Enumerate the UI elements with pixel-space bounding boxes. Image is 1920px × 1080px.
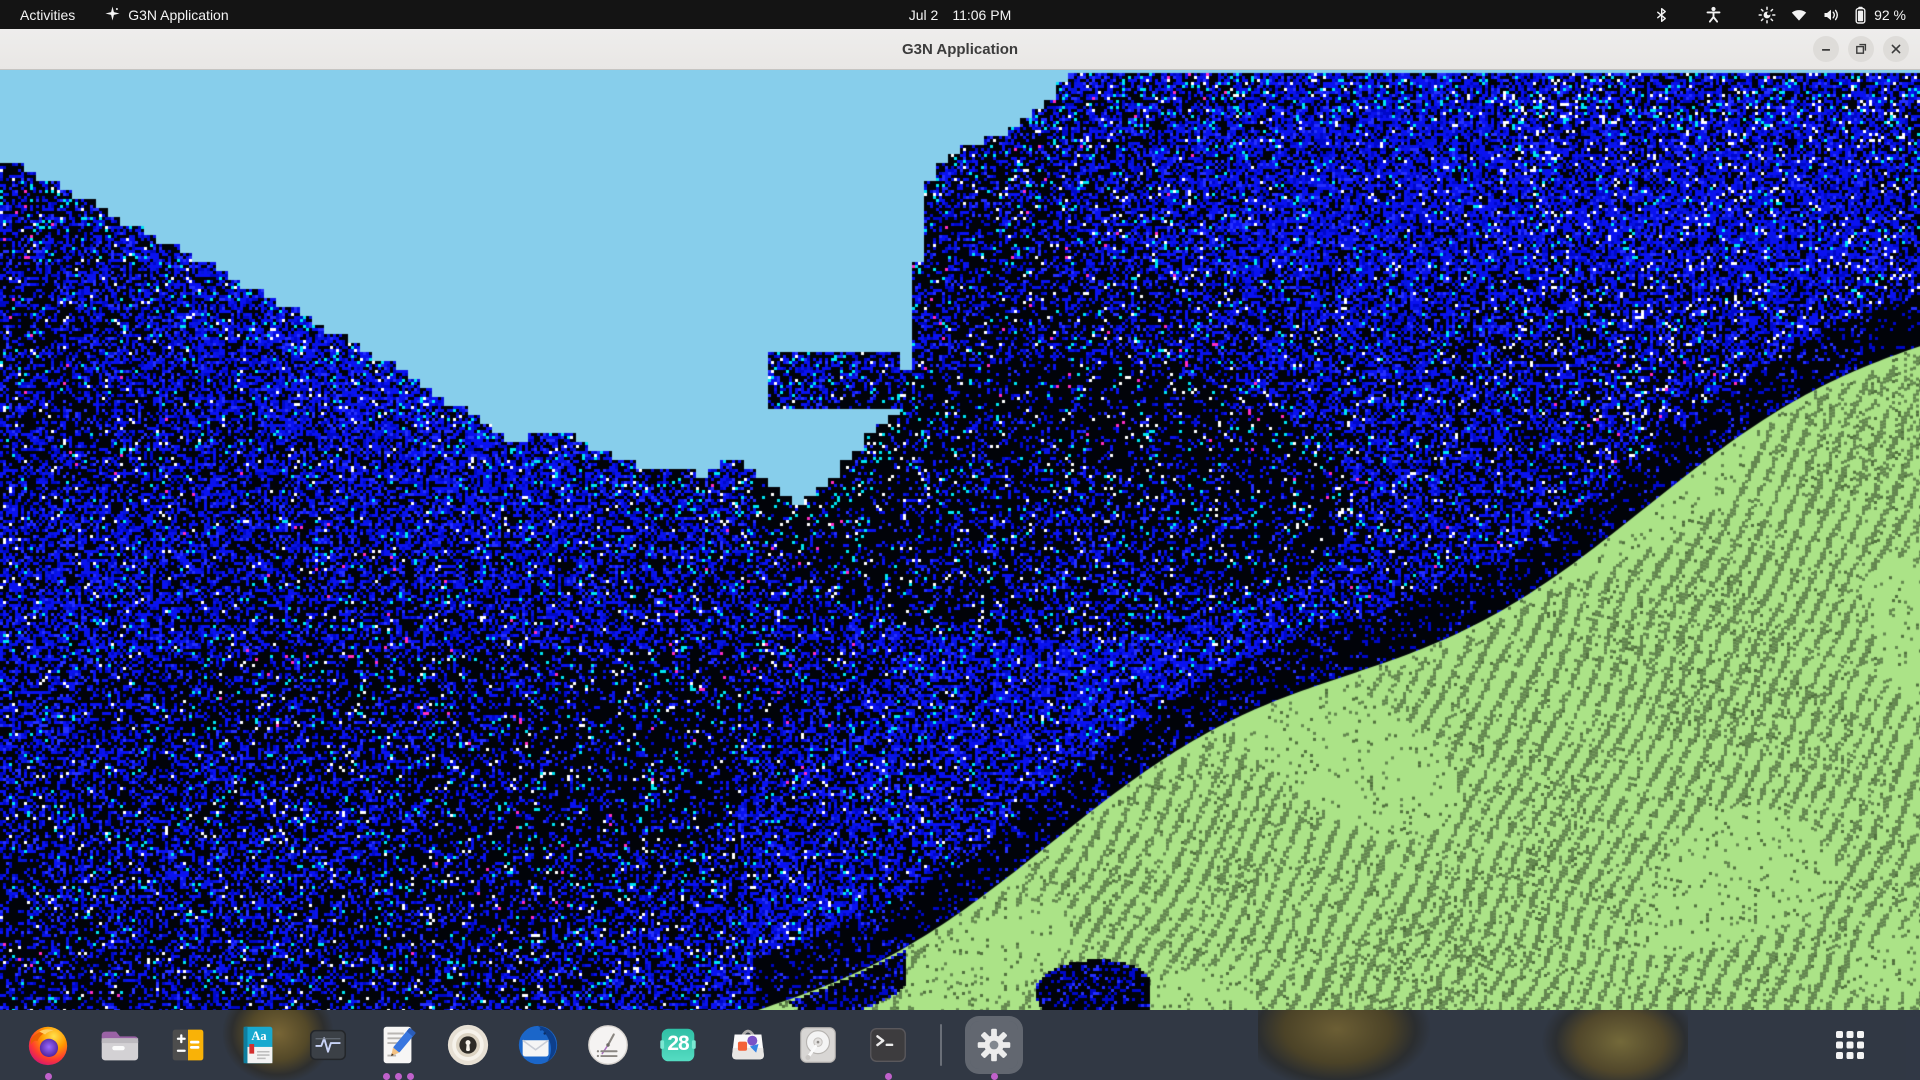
window-titlebar[interactable]: G3N Application [0, 29, 1920, 70]
g3n-app-icon [105, 6, 120, 24]
window-title: G3N Application [0, 41, 1920, 58]
dock-thunderbird[interactable] [514, 1021, 562, 1069]
clock-date: Jul 2 [909, 7, 939, 23]
dock-disk-usage[interactable] [794, 1021, 842, 1069]
dock-firefox[interactable] [24, 1021, 72, 1069]
activities-button[interactable]: Activities [0, 0, 93, 29]
bluetooth-icon [1654, 7, 1669, 23]
3d-terrain-viewport[interactable] [0, 70, 1920, 1010]
top-bar: Activities G3N Application Jul 2 11:06 P… [0, 0, 1920, 29]
clock-menu[interactable]: Jul 2 11:06 PM [909, 7, 1011, 23]
battery-icon [1854, 6, 1867, 24]
dock-text-editor[interactable] [374, 1021, 422, 1069]
dock-settings[interactable] [970, 1021, 1018, 1069]
dock-1password[interactable] [444, 1021, 492, 1069]
night-light-icon [1758, 6, 1776, 24]
focused-app-menu[interactable]: G3N Application [93, 0, 240, 29]
dock-terminal[interactable] [864, 1021, 912, 1069]
dock-software[interactable] [724, 1021, 772, 1069]
close-button[interactable] [1883, 36, 1909, 62]
dock-calendar[interactable]: 28 [654, 1021, 702, 1069]
restore-button[interactable] [1848, 36, 1874, 62]
calendar-day-label: 28 [667, 1032, 688, 1056]
volume-icon [1822, 7, 1840, 23]
focused-app-label: G3N Application [128, 7, 228, 23]
dock-separator [940, 1024, 942, 1066]
accessibility-icon [1705, 6, 1722, 23]
system-status-area[interactable]: 92 % [1640, 6, 1920, 24]
dock-system-monitor[interactable] [304, 1021, 352, 1069]
dock-clocks[interactable] [584, 1021, 632, 1069]
dock-files[interactable] [94, 1021, 142, 1069]
dock-calculator[interactable] [164, 1021, 212, 1069]
wifi-icon [1790, 7, 1808, 22]
dock: Aa [0, 1010, 1920, 1080]
dock-app-grid[interactable] [1826, 1021, 1874, 1069]
minimize-button[interactable] [1813, 36, 1839, 62]
clock-time: 11:06 PM [952, 7, 1011, 23]
svg-text:Aa: Aa [251, 1029, 267, 1043]
battery-percent: 92 % [1874, 7, 1906, 23]
dock-dictionary[interactable]: Aa [234, 1021, 282, 1069]
